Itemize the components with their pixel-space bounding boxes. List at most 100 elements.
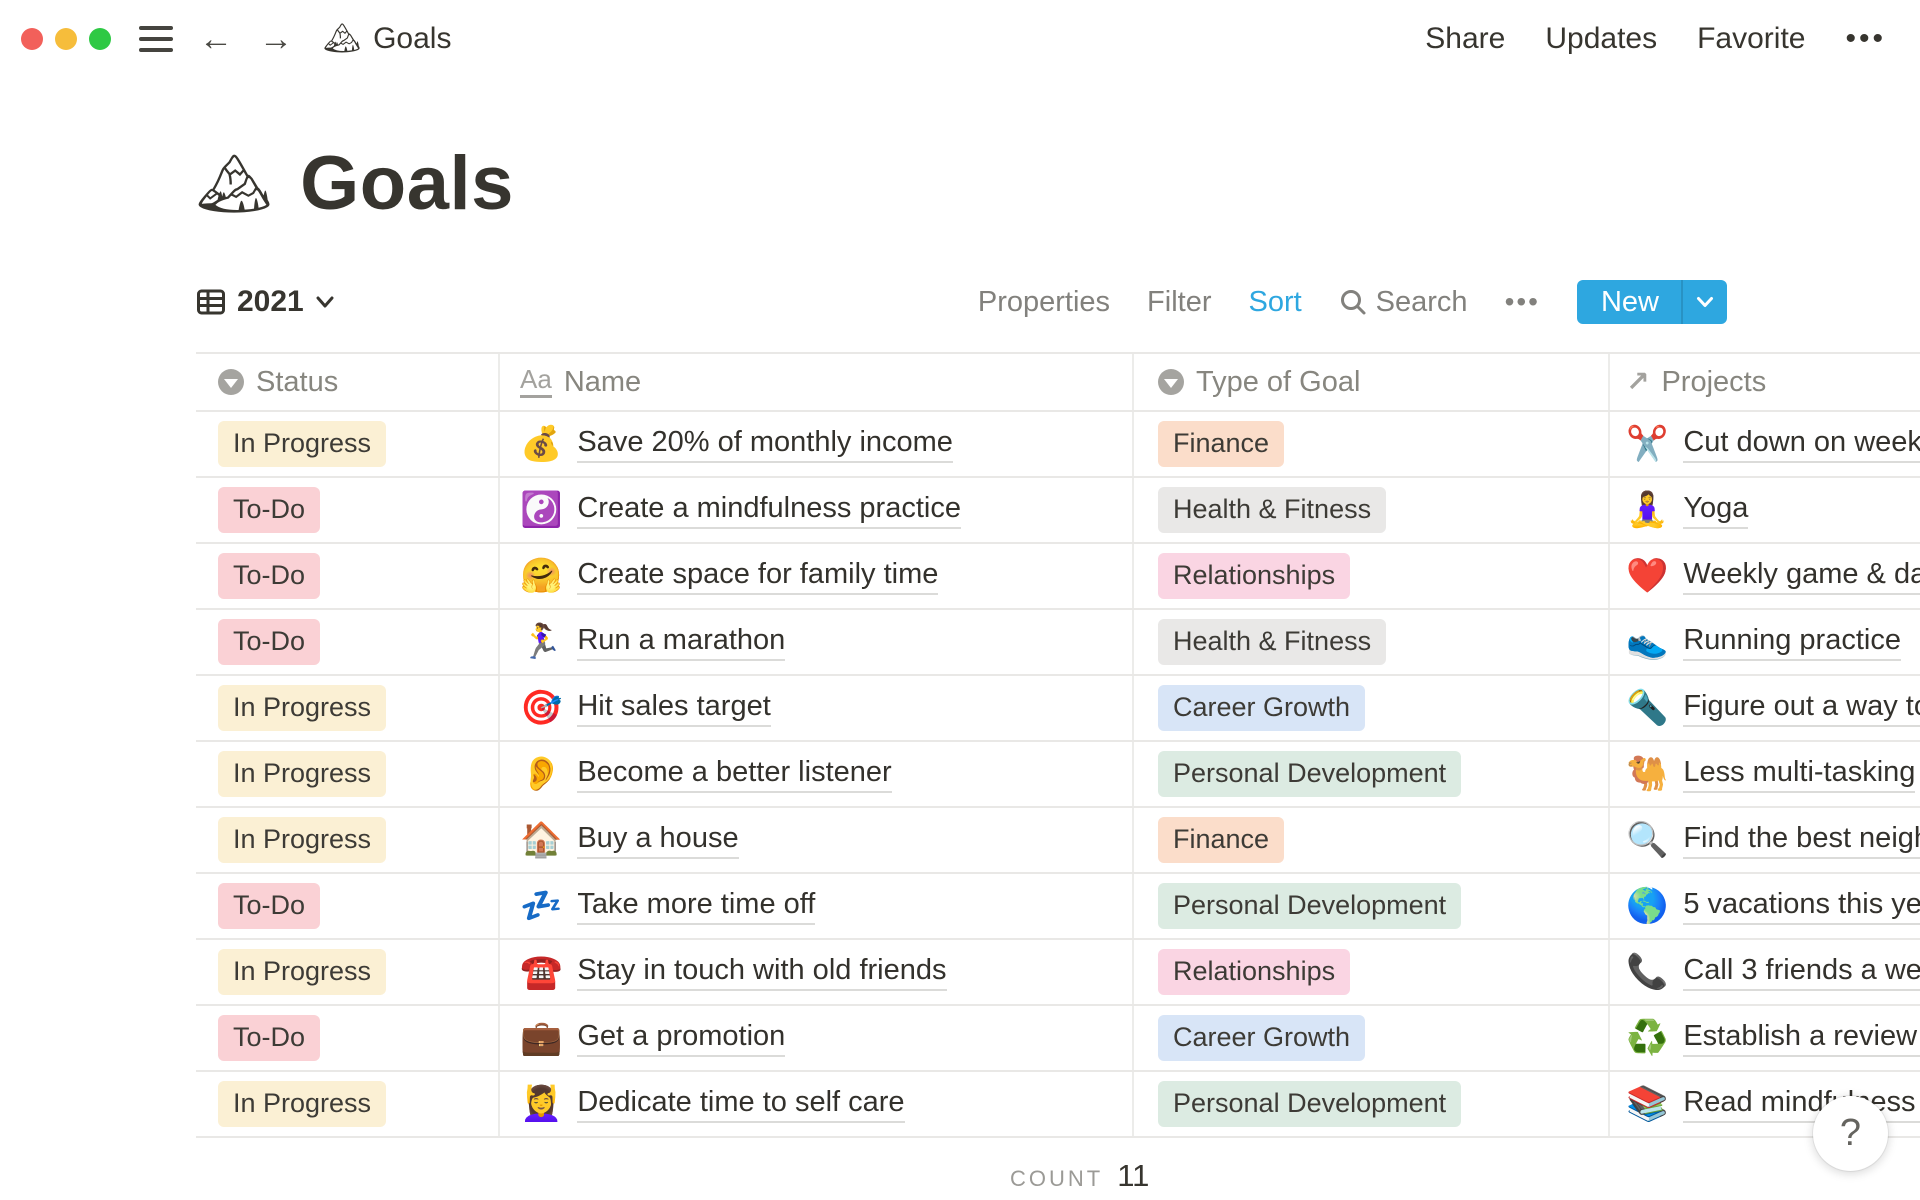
updates-button[interactable]: Updates [1545,22,1657,56]
project-page-link[interactable]: Yoga [1683,492,1749,529]
name-cell[interactable]: 👂 Become a better listener [500,742,1134,806]
status-cell[interactable]: In Progress [196,742,500,806]
share-button[interactable]: Share [1425,22,1505,56]
projects-cell[interactable]: 👟 Running practice [1610,610,1920,674]
name-cell[interactable]: ☎️ Stay in touch with old friends [500,940,1134,1004]
name-cell[interactable]: 🏠 Buy a house [500,808,1134,872]
project-page-link[interactable]: 5 vacations this yea [1683,888,1920,925]
type-of-goal-cell[interactable]: Finance [1134,412,1610,476]
goals-table: Status Aa Name Type of Goal ↗ Projects In Pro… [196,352,1920,1138]
project-page-link[interactable]: Call 3 friends a wee [1683,954,1920,991]
type-of-goal-cell[interactable]: Health & Fitness [1134,610,1610,674]
projects-cell[interactable]: 🐫 Less multi-tasking [1610,742,1920,806]
status-cell[interactable]: To-Do [196,874,500,938]
column-header-type[interactable]: Type of Goal [1134,354,1610,410]
goal-page-link[interactable]: Take more time off [577,888,816,925]
projects-cell[interactable]: 🌎 5 vacations this yea [1610,874,1920,938]
status-cell[interactable]: In Progress [196,1072,500,1136]
type-of-goal-cell[interactable]: Relationships [1134,940,1610,1004]
filter-button[interactable]: Filter [1147,286,1211,319]
goal-page-link[interactable]: Buy a house [577,822,739,859]
type-of-goal-badge: Health & Fitness [1158,619,1387,665]
status-cell[interactable]: In Progress [196,412,500,476]
type-of-goal-cell[interactable]: Career Growth [1134,1006,1610,1070]
projects-cell[interactable]: 🔦 Figure out a way to g [1610,676,1920,740]
status-cell[interactable]: To-Do [196,544,500,608]
sidebar-menu-icon[interactable] [139,26,173,52]
camel-emoji: 🐫 [1626,755,1669,793]
status-badge: To-Do [218,553,321,599]
type-of-goal-cell[interactable]: Finance [1134,808,1610,872]
name-cell[interactable]: 💰 Save 20% of monthly income [500,412,1134,476]
page-title: 🏔 Goals [196,140,514,227]
goal-page-link[interactable]: Run a marathon [577,624,786,661]
status-cell[interactable]: In Progress [196,808,500,872]
project-page-link[interactable]: Running practice [1683,624,1901,661]
close-window-button[interactable] [21,28,43,50]
count-label: COUNT [1010,1166,1104,1191]
type-of-goal-cell[interactable]: Relationships [1134,544,1610,608]
goal-page-link[interactable]: Save 20% of monthly income [577,426,953,463]
status-cell[interactable]: To-Do [196,478,500,542]
projects-cell[interactable]: ✂️ Cut down on weekd [1610,412,1920,476]
goal-page-link[interactable]: Create space for family time [577,558,939,595]
count-calculation[interactable]: COUNT 11 [1010,1158,1149,1194]
page-title-text[interactable]: Goals [300,140,514,227]
favorite-button[interactable]: Favorite [1697,22,1805,56]
projects-cell[interactable]: 🔍 Find the best neighb [1610,808,1920,872]
page-icon-mountain-emoji[interactable]: 🏔 [196,153,272,214]
project-page-link[interactable]: Weekly game & date [1683,558,1920,595]
project-page-link[interactable]: Establish a review c [1683,1020,1920,1057]
zoom-window-button[interactable] [89,28,111,50]
type-of-goal-cell[interactable]: Personal Development [1134,874,1610,938]
breadcrumb[interactable]: 🏔 Goals [323,22,451,56]
projects-cell[interactable]: ♻️ Establish a review c [1610,1006,1920,1070]
status-badge: In Progress [218,1081,387,1127]
name-cell[interactable]: ☯️ Create a mindfulness practice [500,478,1134,542]
properties-button[interactable]: Properties [978,286,1110,319]
search-button[interactable]: Search [1339,286,1468,319]
type-of-goal-cell[interactable]: Career Growth [1134,676,1610,740]
project-page-link[interactable]: Cut down on weekd [1683,426,1920,463]
status-cell[interactable]: To-Do [196,610,500,674]
projects-cell[interactable]: 📞 Call 3 friends a wee [1610,940,1920,1004]
goal-page-link[interactable]: Dedicate time to self care [577,1086,905,1123]
goal-page-link[interactable]: Hit sales target [577,690,771,727]
column-header-name[interactable]: Aa Name [500,354,1134,410]
help-button[interactable]: ? [1813,1096,1888,1171]
name-cell[interactable]: 🤗 Create space for family time [500,544,1134,608]
status-cell[interactable]: In Progress [196,676,500,740]
sort-button[interactable]: Sort [1248,286,1301,319]
project-page-link[interactable]: Less multi-tasking [1683,756,1916,793]
goal-page-link[interactable]: Stay in touch with old friends [577,954,947,991]
column-header-projects[interactable]: ↗ Projects [1610,354,1920,410]
column-header-status[interactable]: Status [196,354,500,410]
projects-cell[interactable]: 🧘‍♀️ Yoga [1610,478,1920,542]
project-page-link[interactable]: Find the best neighb [1683,822,1920,859]
forward-arrow-icon[interactable]: → [259,22,293,56]
back-arrow-icon[interactable]: ← [199,22,233,56]
receiver-emoji: 📞 [1626,953,1669,991]
new-button[interactable]: New [1576,280,1727,324]
status-cell[interactable]: To-Do [196,1006,500,1070]
view-selector[interactable]: 2021 [196,285,335,319]
new-button-chevron[interactable] [1681,280,1727,324]
projects-cell[interactable]: ❤️ Weekly game & date [1610,544,1920,608]
name-cell[interactable]: 🎯 Hit sales target [500,676,1134,740]
lotus-position-emoji: 🧘‍♀️ [1626,491,1669,529]
name-cell[interactable]: 🏃‍♀️ Run a marathon [500,610,1134,674]
name-cell[interactable]: 💼 Get a promotion [500,1006,1134,1070]
status-cell[interactable]: In Progress [196,940,500,1004]
name-cell[interactable]: 💤 Take more time off [500,874,1134,938]
type-of-goal-cell[interactable]: Personal Development [1134,1072,1610,1136]
project-page-link[interactable]: Figure out a way to g [1683,690,1920,727]
type-of-goal-cell[interactable]: Personal Development [1134,742,1610,806]
minimize-window-button[interactable] [55,28,77,50]
goal-page-link[interactable]: Create a mindfulness practice [577,492,961,529]
view-options-icon[interactable]: ••• [1505,286,1540,318]
name-cell[interactable]: 💆‍♀️ Dedicate time to self care [500,1072,1134,1136]
more-options-icon[interactable]: ••• [1845,22,1886,56]
goal-page-link[interactable]: Become a better listener [577,756,892,793]
goal-page-link[interactable]: Get a promotion [577,1020,786,1057]
type-of-goal-cell[interactable]: Health & Fitness [1134,478,1610,542]
